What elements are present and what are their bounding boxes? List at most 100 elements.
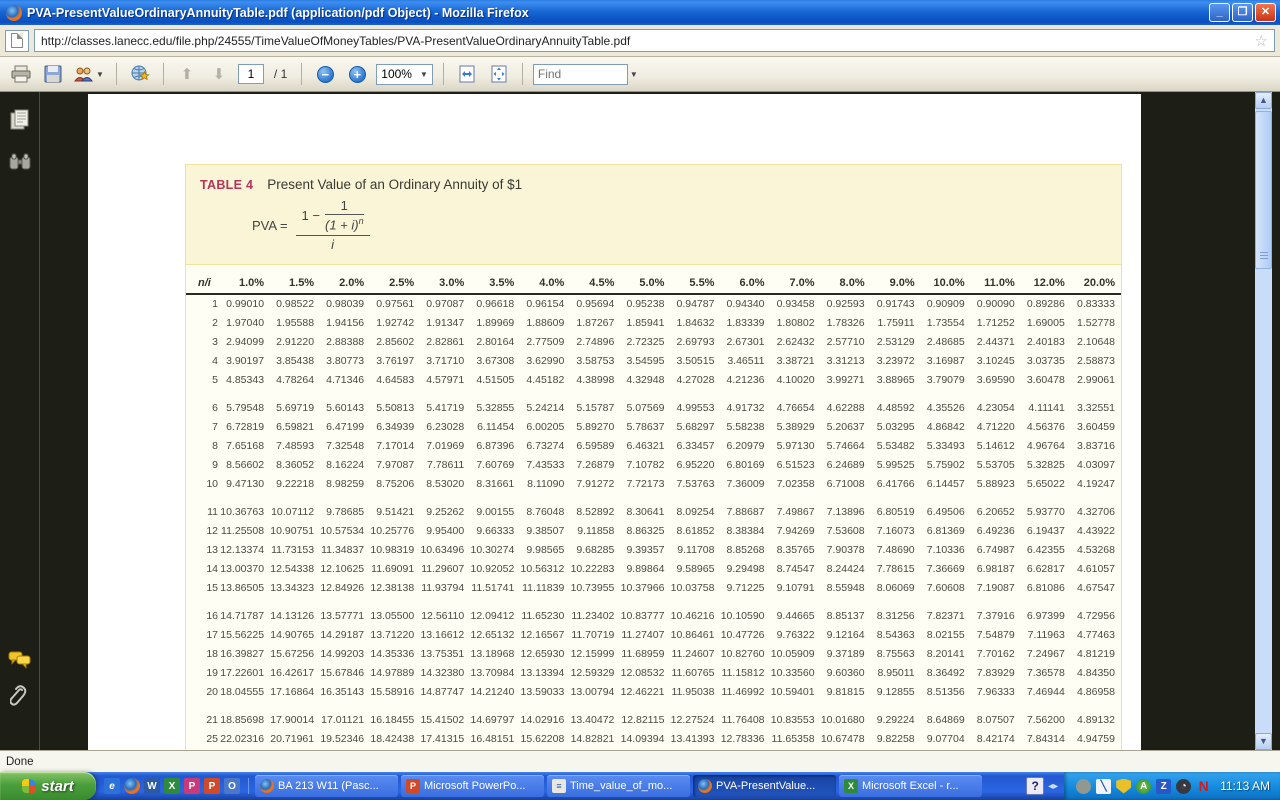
zoom-in-button[interactable]: + xyxy=(344,61,370,87)
value-cell: 15.56225 xyxy=(220,625,270,644)
value-cell: 3.83716 xyxy=(1071,436,1121,455)
zonealarm-icon[interactable]: Z xyxy=(1156,779,1171,794)
value-cell: 9.25262 xyxy=(420,502,470,521)
value-cell: 2.57710 xyxy=(821,332,871,351)
scroll-down-button[interactable]: ▼ xyxy=(1255,733,1272,750)
value-cell: 5.93770 xyxy=(1021,502,1071,521)
period-cell: 13 xyxy=(186,540,220,559)
page-number-input[interactable] xyxy=(238,64,264,84)
pages-panel-button[interactable] xyxy=(8,108,32,132)
value-cell: 8.11090 xyxy=(520,474,570,493)
excel-icon[interactable]: X xyxy=(164,778,180,794)
scroll-up-button[interactable]: ▲ xyxy=(1255,92,1272,109)
url-field[interactable]: http://classes.lanecc.edu/file.php/24555… xyxy=(34,29,1275,52)
value-cell: 9.39357 xyxy=(620,540,670,559)
powerpoint-icon[interactable]: P xyxy=(204,778,220,794)
system-tray: ╲ A Z ◔ N 11:13 AM xyxy=(1064,772,1280,800)
value-cell: 8.36492 xyxy=(921,663,971,682)
value-cell: 6.49236 xyxy=(971,521,1021,540)
value-cell: 10.73955 xyxy=(570,578,620,597)
value-cell: 4.72956 xyxy=(1071,606,1121,625)
maximize-button[interactable]: ❐ xyxy=(1232,3,1253,22)
shield-icon[interactable] xyxy=(1116,779,1131,794)
value-cell: 3.85438 xyxy=(270,351,320,370)
value-cell: 9.95400 xyxy=(420,521,470,540)
search-panel-button[interactable] xyxy=(8,150,32,174)
value-cell: 19.52346 xyxy=(320,729,370,748)
fit-width-button[interactable] xyxy=(454,61,480,87)
attachments-panel-button[interactable] xyxy=(8,684,32,708)
taskbar: start e W X P P O BA 213 W11 (Pasc... P … xyxy=(0,772,1280,800)
quicktime-icon[interactable]: ◔ xyxy=(1176,779,1191,794)
value-cell: 7.36009 xyxy=(720,474,770,493)
help-icon[interactable]: ? xyxy=(1026,777,1044,795)
taskbar-item-ba213[interactable]: BA 213 W11 (Pasc... xyxy=(255,775,398,797)
dropdown-caret-icon: ▼ xyxy=(96,70,104,79)
taskbar-item-powerpoint[interactable]: P Microsoft PowerPo... xyxy=(401,775,544,797)
value-cell: 11.95038 xyxy=(670,682,720,701)
norton-icon[interactable]: N xyxy=(1196,779,1211,794)
value-cell: 4.89132 xyxy=(1071,710,1121,729)
value-cell: 9.38507 xyxy=(520,521,570,540)
value-cell: 6.95220 xyxy=(670,455,720,474)
value-cell: 13.59033 xyxy=(520,682,570,701)
value-cell: 7.48690 xyxy=(871,540,921,559)
publisher-icon[interactable]: P xyxy=(184,778,200,794)
value-cell: 7.19087 xyxy=(971,578,1021,597)
taskbar-item-pva[interactable]: PVA-PresentValue... xyxy=(693,775,836,797)
value-cell: 14.35336 xyxy=(370,644,420,663)
previous-page-button[interactable]: ⬆ xyxy=(174,61,200,87)
value-cell: 2.94099 xyxy=(220,332,270,351)
start-button[interactable]: start xyxy=(0,772,96,800)
email-button[interactable]: ▼ xyxy=(72,61,106,87)
value-cell: 8.02155 xyxy=(921,625,971,644)
value-cell: 8.31256 xyxy=(871,606,921,625)
taskbar-item-timevalue[interactable]: ≡ Time_value_of_mo... xyxy=(547,775,690,797)
fit-page-button[interactable] xyxy=(486,61,512,87)
value-cell: 2.53129 xyxy=(871,332,921,351)
outlook-icon[interactable]: O xyxy=(224,778,240,794)
value-cell: 6.14457 xyxy=(921,474,971,493)
value-cell: 9.98565 xyxy=(520,540,570,559)
taskbar-item-excel[interactable]: X Microsoft Excel - r... xyxy=(839,775,982,797)
word-icon[interactable]: W xyxy=(144,778,160,794)
value-cell: 4.11141 xyxy=(1021,398,1071,417)
minimize-button[interactable]: _ xyxy=(1209,3,1230,22)
firefox-icon[interactable] xyxy=(124,778,140,794)
bookmark-star-icon[interactable]: ☆ xyxy=(1255,32,1268,50)
value-cell: 4.43922 xyxy=(1071,521,1121,540)
zoom-out-button[interactable]: − xyxy=(312,61,338,87)
value-cell: 7.53763 xyxy=(670,474,720,493)
value-cell: 13.40472 xyxy=(570,710,620,729)
value-cell: 1.88609 xyxy=(520,313,570,332)
messenger-icon[interactable] xyxy=(1076,779,1091,794)
url-text[interactable]: http://classes.lanecc.edu/file.php/24555… xyxy=(41,34,1249,48)
save-button[interactable] xyxy=(40,61,66,87)
value-cell: 3.60459 xyxy=(1071,417,1121,436)
chevron-icon[interactable]: ◂▸ xyxy=(1048,781,1058,792)
toolbar-separator xyxy=(163,63,164,85)
column-header: 4.5% xyxy=(570,275,620,294)
page-icon-button[interactable] xyxy=(5,30,29,52)
collaborate-button[interactable] xyxy=(127,61,153,87)
find-input[interactable] xyxy=(533,64,628,85)
zoom-level-select[interactable]: 100% ▼ xyxy=(376,64,433,85)
antivirus-icon[interactable]: A xyxy=(1136,779,1151,794)
scrollbar-thumb[interactable] xyxy=(1255,111,1272,269)
value-cell: 6.19437 xyxy=(1021,521,1071,540)
fit-width-icon xyxy=(457,65,477,83)
internet-explorer-icon[interactable]: e xyxy=(104,778,120,794)
period-cell: 3 xyxy=(186,332,220,351)
print-button[interactable] xyxy=(8,61,34,87)
table-row: 1413.0037012.5433812.1062511.6909111.296… xyxy=(186,559,1121,578)
value-cell: 1.97040 xyxy=(220,313,270,332)
vertical-scrollbar[interactable]: ▲ ▼ xyxy=(1255,92,1272,750)
next-page-button[interactable]: ⬇ xyxy=(206,61,232,87)
close-button[interactable]: ✕ xyxy=(1255,3,1276,22)
table-row: 1211.2550810.9075110.5753410.257769.9540… xyxy=(186,521,1121,540)
column-header: 3.0% xyxy=(420,275,470,294)
comments-panel-button[interactable] xyxy=(8,648,32,672)
value-cell: 1.95588 xyxy=(270,313,320,332)
remote-desktop-icon[interactable]: ╲ xyxy=(1096,779,1111,794)
value-cell: 6.46321 xyxy=(620,436,670,455)
